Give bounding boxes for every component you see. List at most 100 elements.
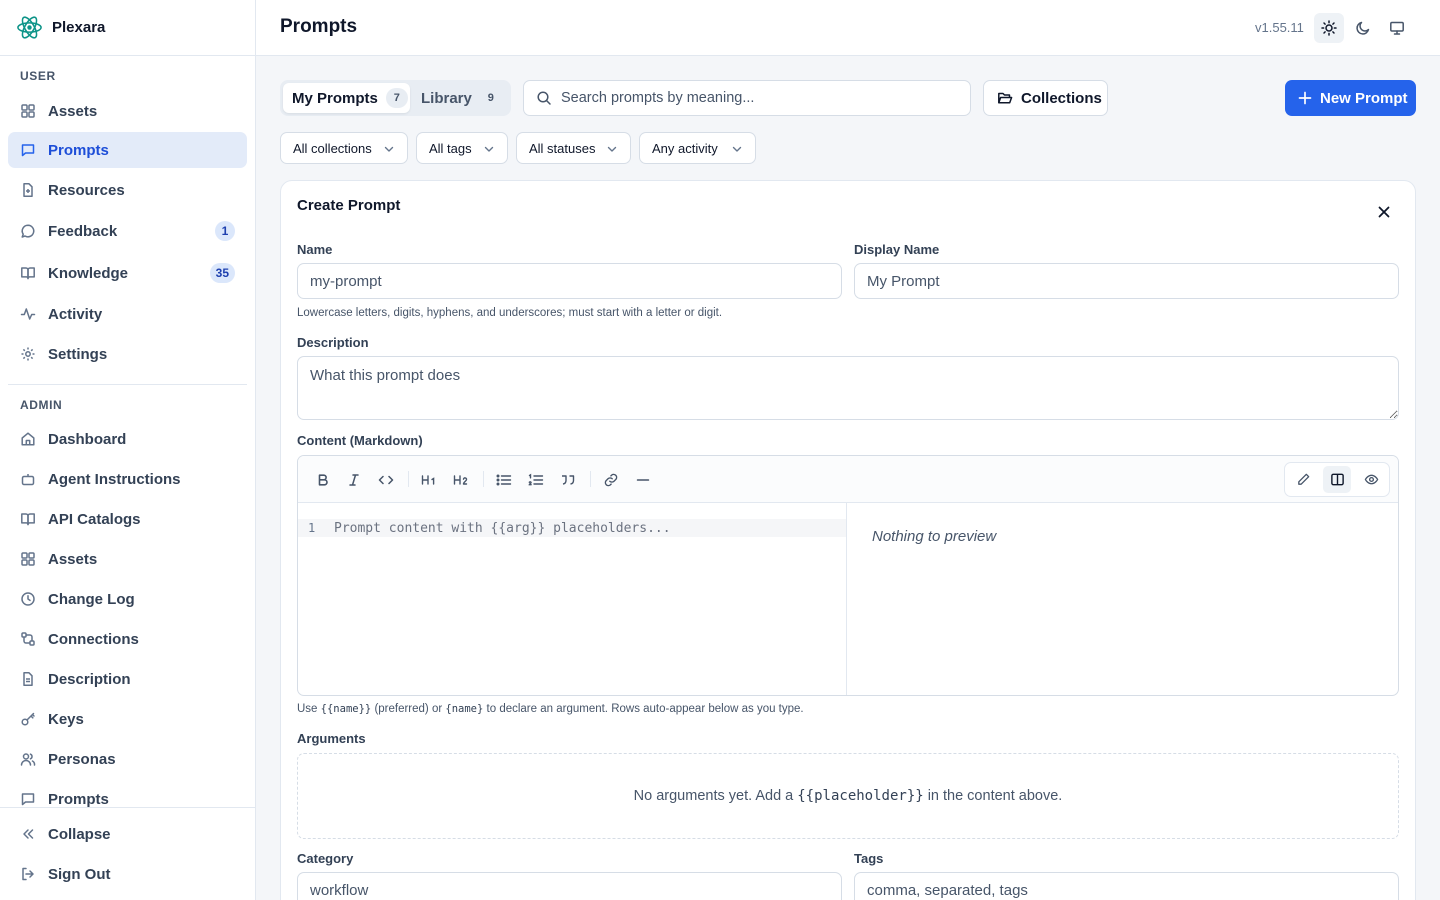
tab-my-prompts[interactable]: My Prompts 7 [283, 83, 410, 113]
bold-icon[interactable] [313, 470, 333, 490]
markdown-editor: 1 Prompt content with {{arg}} placeholde… [297, 455, 1399, 696]
tab-count-badge: 7 [385, 88, 408, 108]
sidebar-item-label: Prompts [48, 790, 109, 808]
quote-icon[interactable] [558, 470, 578, 490]
toolbar-separator [590, 471, 591, 487]
search-input[interactable] [561, 90, 941, 106]
display-name-input[interactable] [854, 263, 1399, 299]
sidebar-item-agent-instructions[interactable]: Agent Instructions [8, 461, 247, 497]
sidebar-item-resources[interactable]: Resources [8, 172, 247, 208]
sidebar-item-keys[interactable]: Keys [8, 701, 247, 737]
statuses-filter[interactable]: All statuses [516, 132, 631, 164]
tab-library[interactable]: Library 9 [412, 83, 508, 113]
hint-text: (preferred) or [374, 703, 443, 715]
toolbar-separator [483, 471, 484, 487]
brand[interactable]: Plexara [0, 0, 255, 56]
sidebar-item-description[interactable]: Description [8, 661, 247, 697]
collections-button[interactable]: Collections [983, 80, 1108, 116]
sign-out-button[interactable]: Sign Out [8, 856, 247, 892]
tags-input[interactable] [854, 872, 1399, 900]
arguments-empty-state: No arguments yet. Add a {{placeholder}} in… [297, 753, 1399, 839]
sidebar-item-label: Assets [48, 550, 98, 568]
sidebar-item-settings[interactable]: Settings [8, 336, 247, 372]
section-label-admin: ADMIN [20, 398, 63, 412]
tags-filter[interactable]: All tags [416, 132, 508, 164]
activity-icon [20, 306, 36, 322]
chevron-down-icon [383, 143, 395, 155]
category-input[interactable] [297, 872, 842, 900]
link-icon[interactable] [601, 470, 621, 490]
message-square-icon [20, 791, 36, 807]
clock-icon [20, 591, 36, 607]
sidebar-item-knowledge[interactable]: Knowledge 35 [8, 255, 247, 291]
sidebar-item-change-log[interactable]: Change Log [8, 581, 247, 617]
edit-mode-button[interactable] [1289, 466, 1317, 493]
chevron-down-icon [731, 143, 743, 155]
preview-mode-button[interactable] [1357, 466, 1385, 493]
light-theme-button[interactable] [1314, 13, 1344, 43]
sidebar-item-activity[interactable]: Activity [8, 296, 247, 332]
close-icon[interactable] [1377, 205, 1391, 219]
sidebar-item-label: Keys [48, 710, 84, 728]
horizontal-rule-icon[interactable] [633, 470, 653, 490]
numbered-list-icon[interactable] [526, 470, 546, 490]
sidebar-item-label: Prompts [48, 141, 109, 159]
pencil-icon [1296, 472, 1311, 487]
system-theme-button[interactable] [1382, 13, 1412, 43]
sidebar-item-prompts[interactable]: Prompts [8, 132, 247, 168]
plexara-logo-icon [16, 14, 43, 41]
sidebar-item-api-catalogs[interactable]: API Catalogs [8, 501, 247, 537]
moon-icon [1355, 20, 1371, 36]
tab-label: Library [421, 89, 472, 107]
sign-out-label: Sign Out [48, 865, 111, 883]
sidebar-item-admin-prompts[interactable]: Prompts [8, 781, 247, 807]
message-square-icon [20, 142, 36, 158]
sidebar-item-feedback[interactable]: Feedback 1 [8, 213, 247, 249]
dark-theme-button[interactable] [1348, 13, 1378, 43]
heading-2-icon[interactable] [451, 470, 471, 490]
name-hint: Lowercase letters, digits, hyphens, and … [297, 307, 723, 319]
hint-text: to declare an argument. Rows auto-appear… [486, 703, 804, 715]
description-input[interactable] [297, 356, 1399, 420]
knowledge-count-badge: 35 [209, 263, 235, 283]
tab-label: My Prompts [292, 89, 378, 107]
card-title: Create Prompt [297, 197, 401, 214]
gear-icon [20, 346, 36, 362]
file-plus-icon [20, 182, 36, 198]
heading-1-icon[interactable] [419, 470, 439, 490]
sidebar-item-dashboard[interactable]: Dashboard [8, 421, 247, 457]
sidebar-item-label: Activity [48, 305, 103, 323]
new-prompt-button[interactable]: New Prompt [1285, 80, 1416, 116]
collections-filter[interactable]: All collections [280, 132, 408, 164]
description-label: Description [297, 335, 369, 350]
code-icon[interactable] [376, 470, 396, 490]
name-input[interactable] [297, 263, 842, 299]
sidebar-item-connections[interactable]: Connections [8, 621, 247, 657]
line-number: 1 [308, 521, 316, 535]
plus-icon [1298, 91, 1312, 105]
search-box [523, 80, 971, 116]
sidebar-item-personas[interactable]: Personas [8, 741, 247, 777]
grid-icon [20, 551, 36, 567]
key-icon [20, 711, 36, 727]
log-out-icon [20, 866, 36, 882]
filter-value: All collections [293, 140, 372, 156]
sidebar-item-label: Knowledge [48, 264, 129, 282]
collapse-button[interactable]: Collapse [8, 816, 247, 852]
split-mode-button[interactable] [1323, 466, 1351, 493]
italic-icon[interactable] [344, 470, 364, 490]
folder-open-icon [997, 90, 1013, 106]
content-hint: Use {{name}} (preferred) or {name} to de… [297, 703, 804, 715]
hint-text: Use [297, 703, 318, 715]
editor-source-pane[interactable]: 1 Prompt content with {{arg}} placeholde… [298, 503, 847, 695]
bullet-list-icon[interactable] [494, 470, 514, 490]
sidebar-item-assets[interactable]: Assets [8, 93, 247, 129]
sidebar-item-label: API Catalogs [48, 510, 141, 528]
sidebar-item-admin-assets[interactable]: Assets [8, 541, 247, 577]
activity-filter[interactable]: Any activity [639, 132, 756, 164]
hint-code: {{name}} [320, 703, 372, 715]
search-icon [536, 90, 552, 106]
top-bar: Prompts v1.55.11 [256, 0, 1440, 56]
sidebar-item-label: Change Log [48, 590, 135, 608]
eye-icon [1364, 472, 1379, 487]
